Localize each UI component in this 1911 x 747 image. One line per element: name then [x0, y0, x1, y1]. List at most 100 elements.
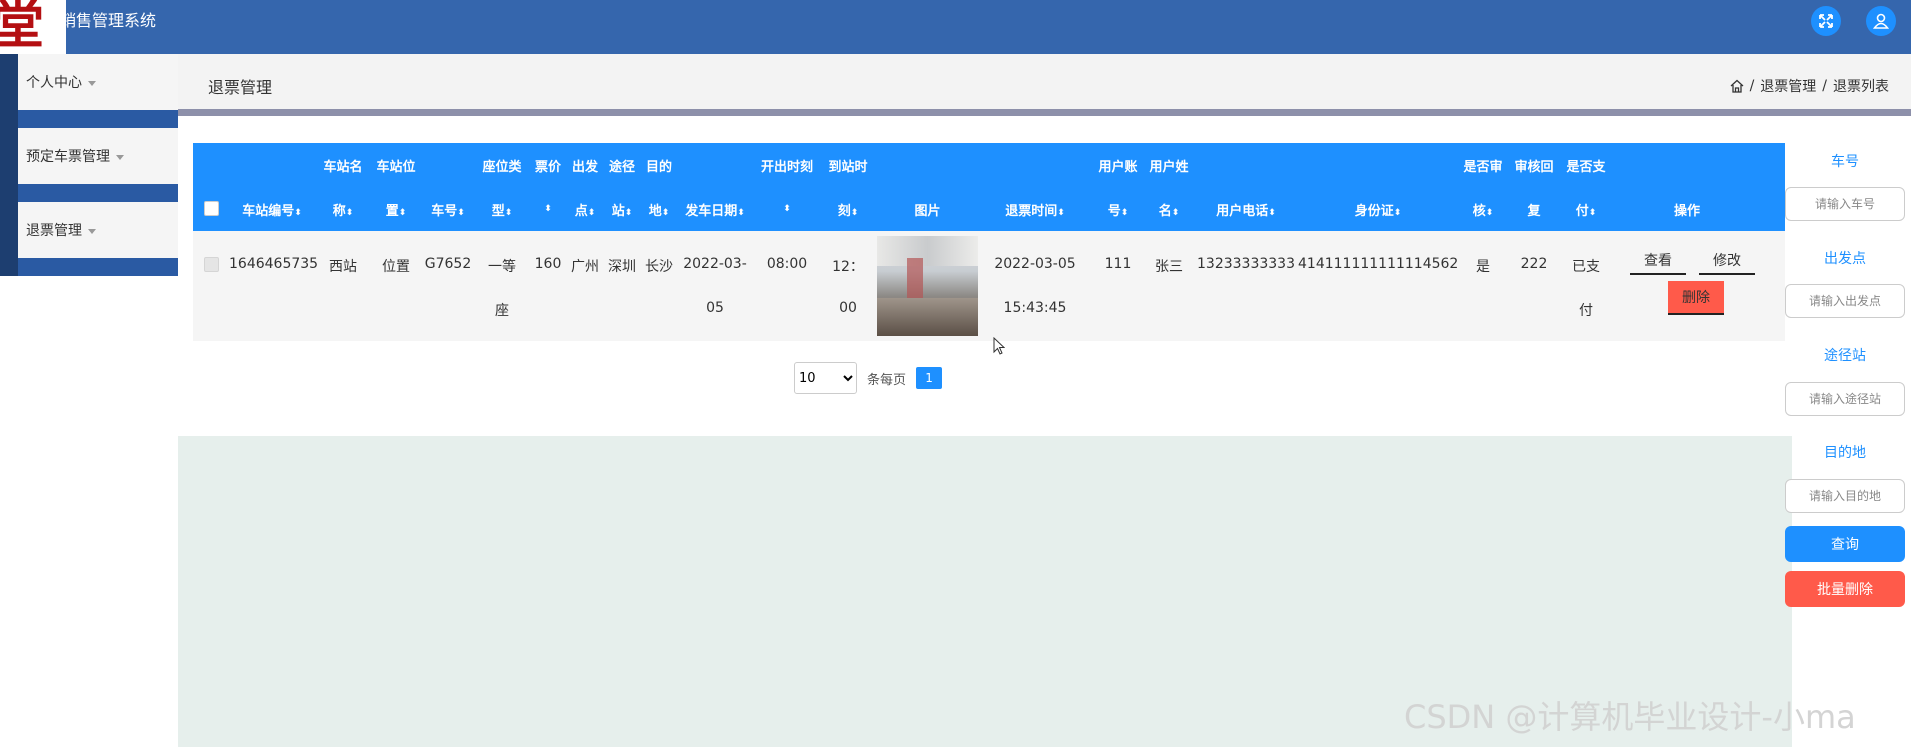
delete-button[interactable]: 删除 [1668, 281, 1724, 315]
search-input-dest[interactable] [1785, 479, 1905, 513]
sidebar-item-refund[interactable]: 退票管理 [0, 202, 178, 276]
sort-icon: ⬍ [624, 208, 633, 218]
photo-sign [907, 258, 923, 298]
cell-text: 西站 [329, 259, 357, 275]
expand-icon[interactable] [1811, 6, 1841, 36]
page-size-select[interactable]: 10 [794, 362, 857, 394]
batch-delete-button[interactable]: 批量删除 [1785, 571, 1905, 607]
watermark: CSDN @计算机毕业设计-小ma [1404, 698, 1856, 736]
cell-text: 广州 [571, 259, 599, 275]
header-text: 付 [1575, 204, 1589, 219]
home-icon[interactable] [1730, 79, 1744, 93]
header-line2: 称⬍ [315, 200, 371, 219]
header-text: 地 [648, 204, 662, 219]
header-line2: 型⬍ [475, 200, 529, 219]
sort-icon: ⬍ [1588, 208, 1597, 218]
header-line2: 操作 [1673, 204, 1700, 219]
cell-text: 05 [706, 300, 724, 316]
sidebar-item-text: 个人中心 [26, 75, 82, 91]
header-text: 称 [332, 204, 346, 219]
sort-icon: ⬍ [661, 208, 670, 218]
header-line1: 开出时刻 [760, 160, 813, 175]
sort-icon: ⬍ [1268, 208, 1276, 218]
breadcrumb-item[interactable]: 退票管理 [1760, 76, 1816, 96]
header-text: 刻 [837, 204, 851, 219]
header-line1: 是否审 [1463, 160, 1503, 175]
cell-text: 座 [495, 303, 509, 319]
mouse-cursor-icon [993, 337, 1005, 355]
header-line1: 车站位 [376, 160, 416, 175]
header-line2: 图片 [914, 204, 941, 219]
logo-glyph: 堂 [0, 0, 45, 56]
sidebar-item-personal-center[interactable]: 个人中心 [0, 54, 178, 128]
sort-icon: ⬍ [294, 208, 302, 218]
user-icon[interactable] [1866, 6, 1896, 36]
sidebar-item-text: 预定车票管理 [26, 149, 110, 165]
page-title: 退票管理 [208, 78, 273, 97]
sort-icon: ⬍ [587, 208, 596, 218]
header-line2: ⬍ [753, 200, 821, 215]
cell-text: 位置 [382, 259, 410, 275]
edit-button[interactable]: 修改 [1699, 247, 1755, 275]
sidebar-item-label: 个人中心 [26, 72, 96, 92]
header-line2: 退票时间⬍ [978, 200, 1092, 219]
sidebar-item-edge [0, 128, 18, 202]
table-row: 1646465735 西站 位置 G7652 一等座 160 广州 深圳 长沙 … [193, 231, 1785, 341]
station-photo[interactable] [877, 236, 978, 336]
logo: 堂 [0, 0, 66, 58]
breadcrumb: / 退票管理 / 退票列表 [1730, 76, 1889, 96]
header-line2: 发车日期⬍ [677, 200, 753, 219]
header-line2: 付⬍ [1560, 200, 1612, 219]
per-page-label: 条每页 [867, 372, 907, 388]
header-line1: 目的 [645, 160, 672, 175]
sidebar-item-label: 预定车票管理 [26, 146, 124, 166]
header-text: 核 [1472, 204, 1486, 219]
sort-icon: ⬍ [850, 208, 859, 218]
header-line1: 审核回 [1514, 160, 1554, 175]
cell-text: 一等 [488, 259, 516, 275]
sort-icon: ⬍ [504, 208, 513, 218]
cell-text: 12： [832, 259, 864, 275]
cell-text: 15:43:45 [1003, 300, 1067, 316]
sidebar-item-label: 退票管理 [26, 220, 96, 240]
header-line2: 车号⬍ [421, 200, 475, 219]
main-header: 退票管理 / 退票管理 / 退票列表 [178, 54, 1911, 109]
row-checkbox[interactable] [204, 257, 219, 272]
header-line2: 复 [1527, 204, 1541, 219]
view-button[interactable]: 查看 [1630, 247, 1686, 275]
cell-text: 13233333333 [1197, 256, 1295, 272]
cell-text: 414111111111114562 [1298, 256, 1459, 272]
cell-text: 长沙 [645, 259, 673, 275]
cell-text: 2022-03- [683, 256, 747, 272]
search-input-depart[interactable] [1785, 284, 1905, 318]
search-label-via: 途径站 [1824, 348, 1866, 364]
header-text: 名 [1158, 204, 1172, 219]
sort-icon: ⬍ [544, 204, 552, 214]
header-text: 发车日期 [685, 204, 738, 219]
cell-text: 1646465735 [229, 256, 319, 272]
sidebar-item-edge [0, 202, 18, 276]
cell-text: 111 [1104, 256, 1132, 272]
search-input-via[interactable] [1785, 382, 1905, 416]
cell-text: 深圳 [608, 259, 636, 275]
sort-icon: ⬍ [1393, 208, 1402, 218]
header-text: 用户电话 [1216, 204, 1269, 219]
header-text: 车号 [431, 204, 458, 219]
cell-text: 160 [534, 256, 562, 272]
header-line1: 座位类 [482, 160, 522, 175]
header-line1: 用户姓 [1149, 160, 1189, 175]
breadcrumb-separator: / [1822, 78, 1827, 94]
sidebar-item-booking[interactable]: 预定车票管理 [0, 128, 178, 202]
breadcrumb-item: 退票列表 [1833, 79, 1889, 95]
cell-text: G7652 [424, 256, 472, 272]
header-line2: 刻⬍ [821, 200, 875, 219]
search-input-train-no[interactable] [1785, 187, 1905, 221]
header-text: 站 [611, 204, 625, 219]
query-button[interactable]: 查询 [1785, 526, 1905, 562]
page-number-current[interactable]: 1 [916, 367, 943, 389]
header-line2: ⬍ [529, 200, 567, 215]
header-line2: 车站编号⬍ [229, 200, 315, 219]
cell-text: 222 [1520, 256, 1548, 272]
select-all-checkbox[interactable] [204, 201, 219, 216]
search-label-dest: 目的地 [1824, 445, 1866, 461]
